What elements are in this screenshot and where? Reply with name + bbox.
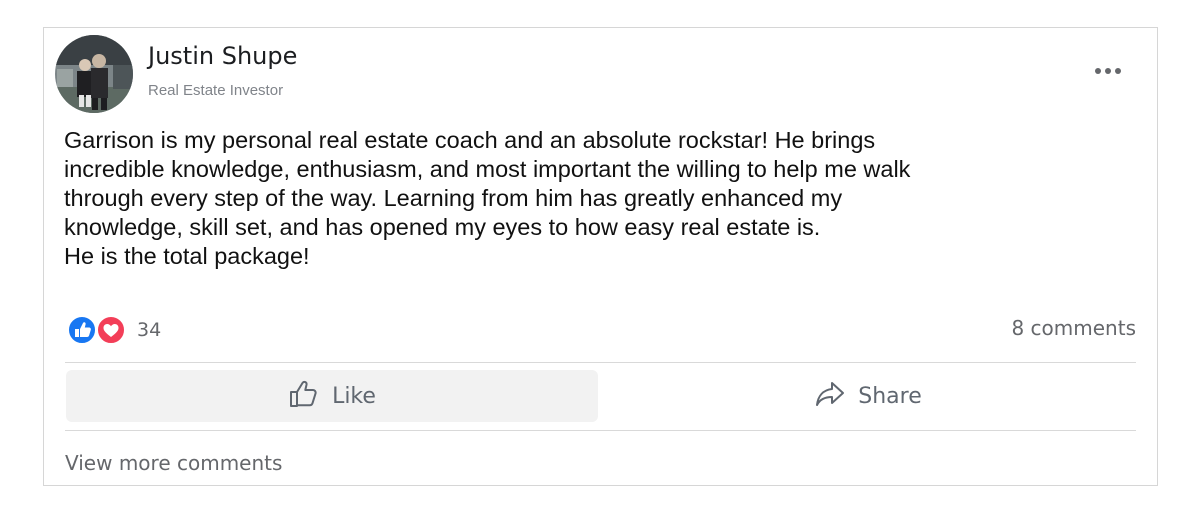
love-reaction-icon: [95, 315, 127, 350]
avatar[interactable]: [55, 35, 133, 113]
post-body-line: knowledge, skill set, and has opened my …: [64, 214, 821, 240]
post-body-line: incredible knowledge, enthusiasm, and mo…: [64, 156, 911, 182]
reaction-count: 34: [137, 319, 162, 341]
share-button-label: Share: [858, 383, 922, 409]
comments-count-link[interactable]: 8 comments: [1011, 316, 1136, 340]
divider: [65, 362, 1136, 363]
view-more-comments-link[interactable]: View more comments: [65, 451, 282, 475]
like-button-label: Like: [332, 383, 376, 409]
reactions-summary[interactable]: 34: [67, 315, 161, 345]
share-arrow-icon: [814, 380, 846, 413]
author-title: Real Estate Investor: [148, 82, 284, 99]
author-name[interactable]: Justin Shupe: [148, 42, 297, 70]
like-button[interactable]: Like: [66, 370, 598, 422]
post-body-line: He is the total package!: [64, 243, 310, 269]
thumbs-up-icon: [288, 379, 320, 414]
more-options-icon[interactable]: [1093, 64, 1123, 78]
share-button[interactable]: Share: [600, 370, 1136, 422]
post-body-line: through every step of the way. Learning …: [64, 185, 843, 211]
divider: [65, 430, 1136, 431]
post-body: Garrison is my personal real estate coac…: [64, 126, 1064, 271]
reaction-icons: [67, 315, 129, 345]
post-card: Justin Shupe Real Estate Investor Garris…: [43, 27, 1158, 486]
post-body-line: Garrison is my personal real estate coac…: [64, 127, 876, 153]
